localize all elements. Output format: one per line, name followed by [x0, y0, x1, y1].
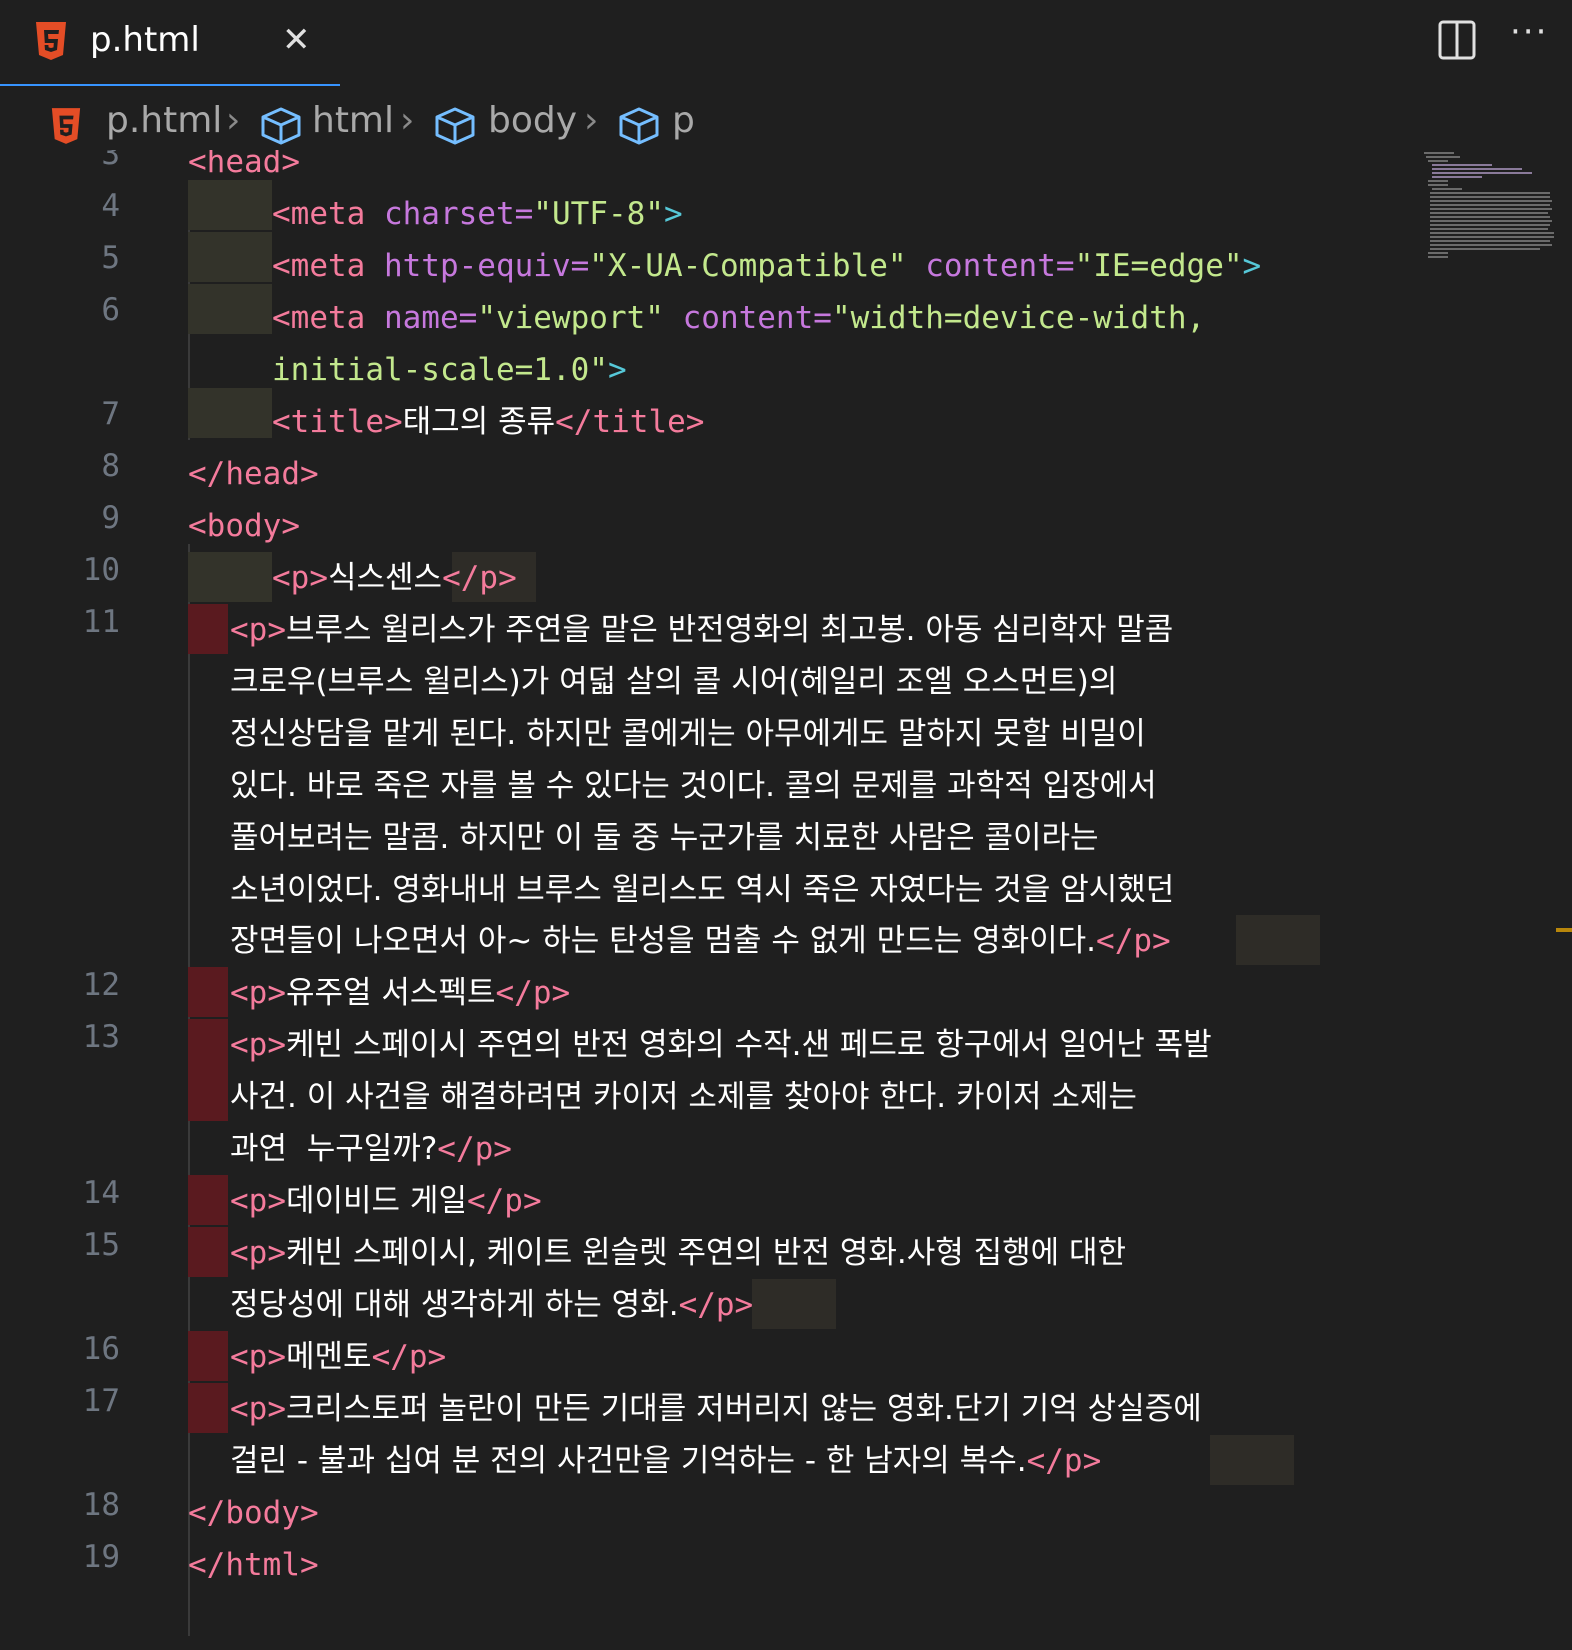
cube-icon — [619, 107, 659, 145]
minimap[interactable] — [1424, 150, 1554, 270]
indent-error-highlight — [188, 1175, 228, 1225]
code-line: <meta charset="UTF-8"> — [272, 196, 683, 232]
code-line: <p>데이비드 게일</p> — [230, 1183, 542, 1219]
code-line: <p>크리스토퍼 놀란이 만든 기대를 저버리지 않는 영화.단기 기억 상실증… — [230, 1391, 1202, 1427]
breadcrumb-separator: › — [584, 100, 599, 141]
indent-error-highlight — [188, 1227, 228, 1277]
line-number: 8 — [101, 448, 120, 484]
tab-bar: p.html ✕ ··· — [0, 0, 1572, 88]
code-line: <body> — [188, 508, 300, 544]
code-editor[interactable]: 3 4 5 6 7 8 9 10 11 12 13 14 15 16 17 18… — [0, 150, 1572, 1650]
indent-error-highlight — [188, 1383, 228, 1433]
indent-error-highlight — [188, 1019, 228, 1121]
breadcrumb-html[interactable]: html — [312, 100, 394, 141]
code-line: <p>유주얼 서스펙트</p> — [230, 975, 571, 1011]
line-number: 18 — [82, 1487, 120, 1523]
indent-highlight — [188, 284, 272, 334]
code-line-wrap: 크로우(브루스 윌리스)가 여덟 살의 콜 시어(헤일리 조엘 오스먼트)의 — [230, 664, 1118, 700]
code-line-wrap: 과연 누구일까?</p> — [230, 1131, 512, 1167]
split-editor-icon[interactable] — [1438, 20, 1476, 60]
line-number: 17 — [82, 1383, 120, 1419]
code-line: </head> — [188, 456, 319, 492]
cube-icon — [261, 107, 301, 145]
line-number: 9 — [101, 500, 120, 536]
bracket-match-highlight — [752, 1279, 836, 1329]
line-number: 5 — [101, 240, 120, 276]
breadcrumb-separator: › — [400, 100, 415, 141]
tab-title: p.html — [90, 20, 200, 60]
code-line: <p>식스센스</p> — [272, 560, 517, 596]
indent-highlight — [188, 388, 272, 438]
code-line: <p>케빈 스페이시 주연의 반전 영화의 수작.샌 페드로 항구에서 일어난 … — [230, 1027, 1212, 1063]
code-line-wrap: 정신상담을 맡게 된다. 하지만 콜에게는 아무에게도 말하지 못할 비밀이 — [230, 716, 1146, 752]
line-number: 15 — [82, 1227, 120, 1263]
tab-p-html[interactable]: p.html ✕ — [0, 0, 340, 86]
scrollbar-marker — [1556, 928, 1572, 932]
code-line-wrap: 풀어보려는 말콤. 하지만 이 둘 중 누군가를 치료한 사람은 콜이라는 — [230, 820, 1099, 856]
code-line: </html> — [188, 1547, 319, 1583]
html5-icon — [51, 108, 81, 144]
line-number: 3 — [101, 150, 120, 172]
bracket-match-highlight — [1210, 1435, 1294, 1485]
indent-error-highlight — [188, 604, 228, 654]
code-line: <p>케빈 스페이시, 케이트 윈슬렛 주연의 반전 영화.사형 집행에 대한 — [230, 1235, 1127, 1271]
breadcrumb-p[interactable]: p — [672, 100, 695, 141]
bracket-match-highlight — [1236, 915, 1320, 965]
line-number: 16 — [82, 1331, 120, 1367]
code-line-wrap: 사건. 이 사건을 해결하려면 카이저 소제를 찾아야 한다. 카이저 소제는 — [230, 1079, 1137, 1115]
line-number: 7 — [101, 396, 120, 432]
cube-icon — [435, 107, 475, 145]
code-line: <meta http-equiv="X-UA-Compatible" conte… — [272, 248, 1262, 284]
line-number: 19 — [82, 1539, 120, 1575]
indent-highlight — [188, 552, 272, 602]
code-line: <p>메멘토</p> — [230, 1339, 447, 1375]
code-line: <title>태그의 종류</title> — [272, 404, 705, 440]
line-number: 4 — [101, 188, 120, 224]
code-line: <meta name="viewport" content="width=dev… — [272, 300, 1206, 336]
line-number: 6 — [101, 292, 120, 328]
breadcrumb-body[interactable]: body — [488, 100, 577, 141]
code-line-wrap: 소년이었다. 영화내내 브루스 윌리스도 역시 죽은 자였다는 것을 암시했던 — [230, 872, 1175, 908]
code-line-wrap: 있다. 바로 죽은 자를 볼 수 있다는 것이다. 콜의 문제를 과학적 입장에… — [230, 768, 1157, 804]
line-number: 13 — [82, 1019, 120, 1055]
breadcrumb-file[interactable]: p.html — [106, 100, 222, 141]
breadcrumb: p.html › html › body › p — [0, 92, 1572, 156]
breadcrumb-separator: › — [226, 100, 241, 141]
html5-icon — [36, 22, 66, 60]
line-number: 10 — [82, 552, 120, 588]
code-line-wrap: 정당성에 대해 생각하게 하는 영화.</p> — [230, 1287, 754, 1323]
line-number: 11 — [82, 604, 120, 640]
code-line: <p>브루스 윌리스가 주연을 맡은 반전영화의 최고봉. 아동 심리학자 말콤 — [230, 612, 1174, 648]
code-line: <head> — [188, 150, 300, 180]
code-line-wrap: initial-scale=1.0"> — [272, 352, 627, 388]
code-line-wrap: 걸린 - 불과 십여 분 전의 사건만을 기억하는 - 한 남자의 복수.</p… — [230, 1443, 1102, 1479]
more-actions-icon[interactable]: ··· — [1510, 12, 1548, 52]
code-line-wrap: 장면들이 나오면서 아~ 하는 탄성을 멈출 수 없게 만드는 영화이다.</p… — [230, 923, 1171, 959]
code-line: </body> — [188, 1495, 319, 1531]
indent-highlight — [188, 232, 272, 282]
line-number: 14 — [82, 1175, 120, 1211]
line-number: 12 — [82, 967, 120, 1003]
close-icon[interactable]: ✕ — [282, 20, 311, 60]
indent-error-highlight — [188, 1331, 228, 1381]
indent-error-highlight — [188, 967, 228, 1017]
